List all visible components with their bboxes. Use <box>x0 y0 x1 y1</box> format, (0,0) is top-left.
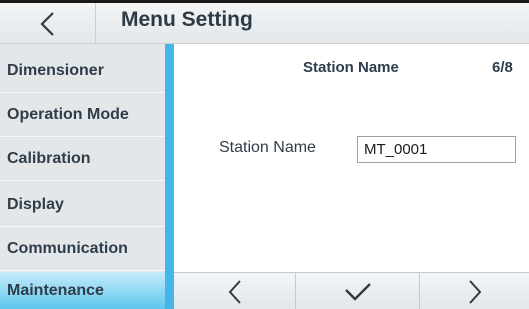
chevron-right-icon <box>468 279 481 304</box>
page-indicator: 6/8 <box>492 59 513 76</box>
app-window: Menu Setting Dimensioner Operation Mode … <box>0 0 529 309</box>
sidebar-item-operation-mode[interactable]: Operation Mode <box>0 93 165 137</box>
sidebar-item-label: Display <box>7 195 64 213</box>
sidebar-item-calibration[interactable]: Calibration <box>0 137 165 181</box>
next-button[interactable] <box>420 273 529 309</box>
station-name-input[interactable] <box>357 136 516 163</box>
sidebar-item-label: Communication <box>7 239 128 257</box>
sidebar-item-label: Dimensioner <box>7 61 104 79</box>
sidebar-item-label: Calibration <box>7 149 91 167</box>
sidebar-item-dimensioner[interactable]: Dimensioner <box>0 49 165 93</box>
sidebar-item-label: Maintenance <box>7 281 104 299</box>
checkmark-icon <box>344 282 371 301</box>
bottom-nav-bar <box>174 272 529 309</box>
confirm-button[interactable] <box>296 273 419 309</box>
sidebar-item-display[interactable]: Display <box>0 183 165 227</box>
sidebar-accent-bar <box>165 44 174 309</box>
chevron-left-icon <box>39 11 54 36</box>
previous-button[interactable] <box>174 273 295 309</box>
station-name-label: Station Name <box>219 139 316 156</box>
sidebar-item-label: Operation Mode <box>7 105 129 123</box>
main-panel: Station Name 6/8 Station Name <box>174 44 529 309</box>
sidebar-item-maintenance[interactable]: Maintenance <box>0 272 165 309</box>
sidebar-menu: Dimensioner Operation Mode Calibration D… <box>0 44 165 309</box>
sidebar-item-communication[interactable]: Communication <box>0 227 165 271</box>
page-title: Station Name <box>303 59 399 76</box>
chevron-left-icon <box>228 279 241 304</box>
page-header-title: Menu Setting <box>121 8 253 31</box>
header-bar: Menu Setting <box>0 0 529 44</box>
back-button[interactable] <box>0 3 96 44</box>
